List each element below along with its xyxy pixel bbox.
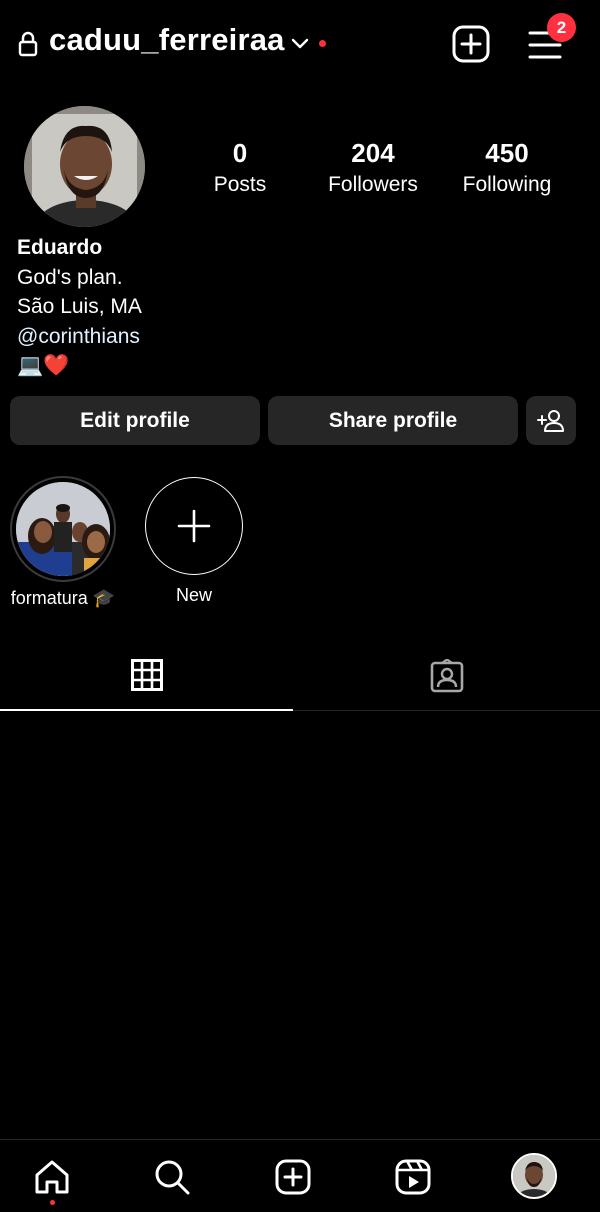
display-name: Eduardo <box>17 236 103 259</box>
highlight-formatura[interactable]: formatura 🎓 <box>10 476 116 609</box>
following-value: 450 <box>485 138 529 168</box>
profile-tabs <box>0 640 600 711</box>
grid-icon <box>130 658 163 691</box>
posts-value: 0 <box>232 138 248 168</box>
home-active-dot <box>50 1200 55 1205</box>
following-label: Following <box>462 173 552 196</box>
lock-icon <box>18 31 38 57</box>
home-icon <box>35 1160 69 1194</box>
nav-home[interactable] <box>31 1156 73 1198</box>
new-highlight-label: New <box>175 585 212 605</box>
bio-line: God's plan. <box>17 265 123 289</box>
discover-people-button[interactable] <box>526 396 576 445</box>
profile-avatar[interactable] <box>24 106 145 227</box>
profile-bio: Eduardo God's plan. São Luis, MA @corint… <box>17 233 417 381</box>
plus-icon <box>177 509 211 543</box>
edit-profile-button[interactable]: Edit profile <box>10 396 260 445</box>
profile-username[interactable]: caduu_ferreiraa <box>49 22 285 58</box>
new-highlight-circle <box>145 477 243 575</box>
nav-reels[interactable] <box>392 1156 434 1198</box>
highlight-label: formatura 🎓 <box>10 588 116 608</box>
following-count[interactable]: 450 Following <box>437 138 577 200</box>
posts-count[interactable]: 0 Posts <box>170 138 310 200</box>
followers-label: Followers <box>328 173 418 196</box>
highlight-cover <box>16 482 110 576</box>
followers-value: 204 <box>351 138 395 168</box>
new-highlight-button[interactable]: New <box>145 477 243 606</box>
bottom-navigation <box>0 1139 600 1212</box>
search-icon <box>155 1160 190 1195</box>
nav-create[interactable] <box>272 1156 314 1198</box>
nav-profile-avatar[interactable] <box>511 1153 557 1199</box>
plus-square-icon[interactable] <box>452 25 490 63</box>
chevron-down-icon[interactable] <box>290 34 310 54</box>
tab-posts-grid[interactable] <box>0 640 293 711</box>
add-user-icon <box>537 409 564 432</box>
followers-count[interactable]: 204 Followers <box>303 138 443 200</box>
avatar-photo <box>24 106 145 227</box>
create-icon <box>275 1159 311 1195</box>
highlight-ring <box>10 476 116 582</box>
tab-tagged[interactable] <box>293 640 600 711</box>
notification-badge: 2 <box>547 13 576 42</box>
bio-location: São Luis, MA <box>17 295 142 318</box>
account-notification-dot <box>319 40 326 47</box>
bio-mention-link[interactable]: @corinthians <box>17 322 417 352</box>
bio-emoji: 💻❤️ <box>17 354 70 377</box>
reels-icon <box>395 1159 431 1195</box>
posts-label: Posts <box>213 173 267 196</box>
profile-avatar-icon <box>513 1155 555 1197</box>
share-profile-button[interactable]: Share profile <box>268 396 518 445</box>
nav-search[interactable] <box>151 1156 193 1198</box>
tagged-icon <box>430 658 463 692</box>
top-bar: caduu_ferreiraa 2 <box>0 0 600 88</box>
